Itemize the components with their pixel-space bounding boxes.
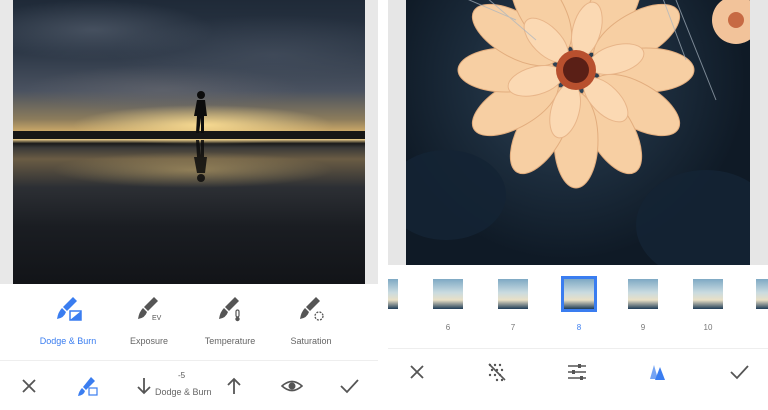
filter-number: 6 — [445, 323, 451, 332]
dahlia-flower — [457, 0, 717, 189]
person-silhouette — [194, 91, 207, 133]
screen-gap — [378, 0, 388, 410]
tool-temperature[interactable]: Temperature — [187, 294, 273, 346]
filter-number: 9 — [640, 323, 646, 332]
filter-thumb-9[interactable] — [628, 279, 658, 309]
tool-label: Temperature — [204, 336, 256, 346]
filter-thumb-7[interactable] — [498, 279, 528, 309]
exposure-badge: EV — [152, 315, 162, 322]
filter-number: 10 — [703, 323, 713, 332]
dahlia-flower-partial — [712, 0, 750, 44]
saturation-brush-icon — [300, 297, 324, 321]
filter-thumb-partial[interactable] — [388, 279, 398, 309]
dodge-burn-icon — [57, 297, 82, 321]
right-screen: 6 7 8 9 10 — [388, 0, 768, 410]
tool-saturation[interactable]: Saturation — [268, 294, 354, 346]
filter-number: 7 — [510, 323, 516, 332]
tool-label: Saturation — [290, 336, 332, 346]
photo-dahlia — [406, 0, 750, 265]
check-icon[interactable] — [728, 361, 750, 383]
adjustment-value: -5 — [178, 371, 186, 380]
filter-number: 8 — [576, 323, 582, 332]
check-icon[interactable] — [338, 375, 360, 397]
filter-strip: 6 7 8 9 10 — [388, 265, 768, 348]
temperature-brush-icon — [219, 297, 240, 322]
filter-thumb-partial[interactable] — [756, 279, 768, 309]
exposure-brush-icon: EV — [138, 297, 162, 322]
close-icon[interactable] — [406, 361, 428, 383]
tool-label: Dodge & Burn — [39, 336, 97, 346]
photo-silhouette-beach — [13, 0, 365, 284]
bottom-action-bar — [388, 349, 768, 410]
photo-horizon — [13, 131, 365, 139]
photo-clouds — [13, 0, 365, 120]
left-screen: Dodge & Burn EV Exposure Temperature Sat… — [0, 0, 378, 410]
filter-thumb-6[interactable] — [433, 279, 463, 309]
texture-icon[interactable] — [486, 361, 508, 383]
arrow-down-icon[interactable] — [133, 375, 155, 397]
bottom-action-bar: -5 Dodge & Burn — [0, 361, 378, 410]
tool-label: Exposure — [129, 336, 169, 346]
filter-thumb-10[interactable] — [693, 279, 723, 309]
arrow-up-icon[interactable] — [223, 375, 245, 397]
styles-icon[interactable] — [646, 361, 668, 383]
tool-exposure[interactable]: EV Exposure — [106, 294, 192, 346]
eye-icon[interactable] — [281, 375, 303, 397]
person-reflection — [194, 140, 207, 182]
adjustment-name: Dodge & Burn — [155, 387, 212, 397]
brush-icon[interactable] — [76, 375, 98, 397]
filter-thumb-8[interactable] — [561, 276, 597, 312]
tool-dodge-burn[interactable]: Dodge & Burn — [25, 294, 111, 346]
close-icon[interactable] — [18, 375, 40, 397]
sliders-icon[interactable] — [566, 361, 588, 383]
